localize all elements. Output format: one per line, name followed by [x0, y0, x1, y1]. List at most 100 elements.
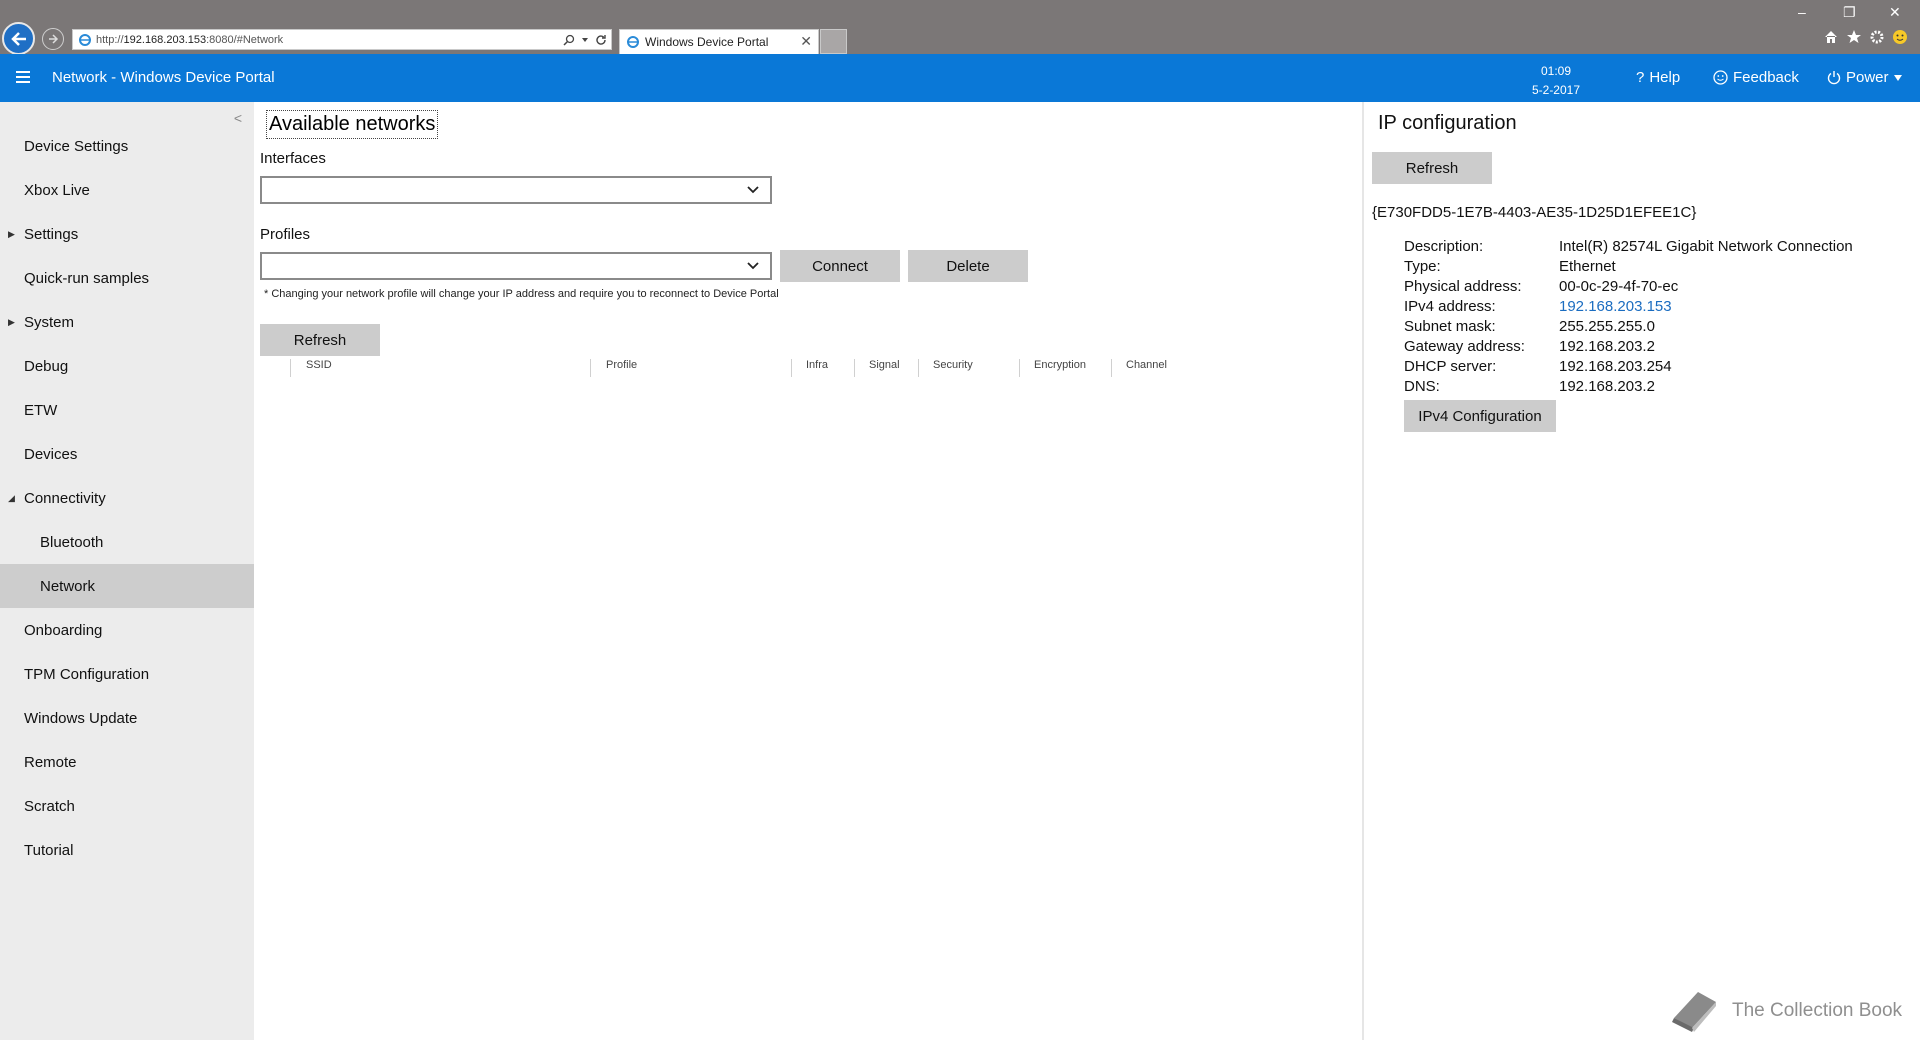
- watermark: The Collection Book: [1668, 988, 1902, 1034]
- clock: 01:09 5-2-2017: [1528, 62, 1584, 100]
- sidebar-item-system[interactable]: ▶ System: [0, 300, 254, 344]
- interfaces-select[interactable]: [260, 176, 772, 204]
- column-separator: [1019, 359, 1020, 377]
- minimize-button[interactable]: –: [1798, 4, 1806, 20]
- sidebar-item-label: Network: [40, 577, 96, 595]
- power-menu[interactable]: Power: [1827, 69, 1902, 86]
- clock-date: 5-2-2017: [1531, 83, 1581, 97]
- ip-row-key: DNS:: [1404, 378, 1440, 395]
- profiles-select[interactable]: [260, 252, 772, 280]
- connect-button[interactable]: Connect: [780, 250, 900, 282]
- help-button[interactable]: ? Help: [1636, 69, 1680, 86]
- sidebar-item-label: Onboarding: [24, 621, 103, 639]
- sidebar-item-device-settings[interactable]: Device Settings: [0, 124, 254, 168]
- delete-button[interactable]: Delete: [908, 250, 1028, 282]
- ie-logo-icon: [627, 36, 639, 48]
- watermark-text: The Collection Book: [1732, 1000, 1903, 1021]
- sidebar-item-label: Xbox Live: [24, 181, 90, 199]
- profiles-label: Profiles: [260, 226, 311, 243]
- back-arrow-icon: [10, 31, 26, 46]
- chevron-down-icon: [747, 262, 759, 270]
- ip-row-key: Gateway address:: [1404, 338, 1525, 355]
- sidebar-item-network[interactable]: Network: [0, 564, 254, 608]
- column-separator: [590, 359, 591, 377]
- ip-row-dhcp-server: DHCP server: 192.168.203.254: [1404, 358, 1920, 378]
- sidebar: < Device Settings Xbox Live ▶ Settings Qu…: [0, 102, 254, 1040]
- tab-close-icon[interactable]: ✕: [800, 33, 812, 50]
- hamburger-menu-icon[interactable]: [16, 71, 30, 83]
- ip-row-value: 192.168.203.2: [1559, 338, 1655, 355]
- home-icon[interactable]: [1823, 29, 1839, 45]
- sidebar-item-tutorial[interactable]: Tutorial: [0, 828, 254, 872]
- ip-row-physical-address: Physical address: 00-0c-29-4f-70-ec: [1404, 278, 1920, 298]
- column-header-signal[interactable]: Signal: [869, 357, 900, 373]
- collapse-caret-icon: ◢: [8, 492, 15, 503]
- help-label: Help: [1649, 69, 1681, 86]
- adapter-guid: {E730FDD5-1E7B-4403-AE35-1D25D1EFEE1C}: [1372, 204, 1697, 221]
- sidebar-item-windows-update[interactable]: Windows Update: [0, 696, 254, 740]
- feedback-label: Feedback: [1733, 69, 1799, 86]
- available-networks-panel: Available networks Interfaces Profiles C…: [254, 102, 1362, 1040]
- refresh-icon[interactable]: [595, 34, 607, 46]
- sidebar-item-settings[interactable]: ▶ Settings: [0, 212, 254, 256]
- url-host: 192.168.203.153: [123, 33, 207, 46]
- smiley-feedback-icon[interactable]: [1892, 29, 1908, 45]
- browser-chrome: http://192.168.203.153:8080/#Network Win…: [0, 0, 1920, 55]
- column-header-channel[interactable]: Channel: [1126, 357, 1167, 373]
- close-window-button[interactable]: ✕: [1889, 4, 1901, 21]
- browser-tab[interactable]: Windows Device Portal ✕: [619, 29, 819, 54]
- sidebar-item-quick-run-samples[interactable]: Quick-run samples: [0, 256, 254, 300]
- column-header-encryption[interactable]: Encryption: [1034, 357, 1086, 373]
- search-icon[interactable]: [563, 34, 575, 46]
- dropdown-icon[interactable]: [581, 36, 589, 44]
- sidebar-item-connectivity[interactable]: ◢ Connectivity: [0, 476, 254, 520]
- ip-row-value: 192.168.203.254: [1559, 358, 1672, 375]
- feedback-button[interactable]: Feedback: [1713, 69, 1799, 86]
- sidebar-item-label: Scratch: [24, 797, 75, 815]
- ip-row-subnet-mask: Subnet mask: 255.255.255.0: [1404, 318, 1920, 338]
- sidebar-item-devices[interactable]: Devices: [0, 432, 254, 476]
- column-header-profile[interactable]: Profile: [606, 357, 637, 373]
- sidebar-item-debug[interactable]: Debug: [0, 344, 254, 388]
- sidebar-item-label: Connectivity: [24, 489, 106, 507]
- ip-row-value: Intel(R) 82574L Gigabit Network Connecti…: [1559, 238, 1853, 255]
- ip-row-key: IPv4 address:: [1404, 298, 1496, 315]
- sidebar-item-label: Remote: [24, 753, 77, 771]
- new-tab-button[interactable]: [820, 29, 847, 54]
- column-separator: [918, 359, 919, 377]
- ipv4-configuration-button[interactable]: IPv4 Configuration: [1404, 400, 1556, 432]
- ipv4-address-link[interactable]: 192.168.203.153: [1559, 298, 1672, 315]
- ip-row-value: 192.168.203.2: [1559, 378, 1655, 395]
- forward-button[interactable]: [42, 28, 64, 50]
- sidebar-item-etw[interactable]: ETW: [0, 388, 254, 432]
- column-separator: [290, 359, 291, 377]
- settings-gear-icon[interactable]: [1869, 29, 1885, 45]
- sidebar-item-label: Debug: [24, 357, 69, 375]
- sidebar-item-label: TPM Configuration: [24, 665, 150, 683]
- restore-button[interactable]: ❐: [1843, 4, 1856, 21]
- ip-configuration-panel: IP configuration Refresh {E730FDD5-1E7B-…: [1364, 102, 1920, 1040]
- sidebar-item-scratch[interactable]: Scratch: [0, 784, 254, 828]
- smiley-icon: [1713, 70, 1728, 85]
- back-button[interactable]: [2, 22, 35, 55]
- column-header-ssid[interactable]: SSID: [306, 357, 332, 373]
- column-header-security[interactable]: Security: [933, 357, 973, 373]
- sidebar-item-remote[interactable]: Remote: [0, 740, 254, 784]
- sidebar-item-onboarding[interactable]: Onboarding: [0, 608, 254, 652]
- profile-change-note: * Changing your network profile will cha…: [264, 288, 779, 300]
- sidebar-item-bluetooth[interactable]: Bluetooth: [0, 520, 254, 564]
- available-networks-heading: Available networks: [266, 110, 439, 139]
- expand-caret-icon: ▶: [8, 316, 15, 327]
- column-header-infra[interactable]: Infra: [806, 357, 828, 373]
- ip-row-description: Description: Intel(R) 82574L Gigabit Netw…: [1404, 238, 1920, 258]
- sidebar-item-xbox-live[interactable]: Xbox Live: [0, 168, 254, 212]
- address-bar[interactable]: http://192.168.203.153:8080/#Network: [72, 29, 612, 50]
- refresh-networks-button[interactable]: Refresh: [260, 324, 380, 356]
- ip-configuration-heading: IP configuration: [1378, 112, 1517, 134]
- sidebar-item-label: Tutorial: [24, 841, 74, 859]
- ip-row-gateway-address: Gateway address: 192.168.203.2: [1404, 338, 1920, 358]
- sidebar-item-tpm-configuration[interactable]: TPM Configuration: [0, 652, 254, 696]
- column-separator: [791, 359, 792, 377]
- favorites-star-icon[interactable]: [1846, 29, 1862, 45]
- refresh-ip-button[interactable]: Refresh: [1372, 152, 1492, 184]
